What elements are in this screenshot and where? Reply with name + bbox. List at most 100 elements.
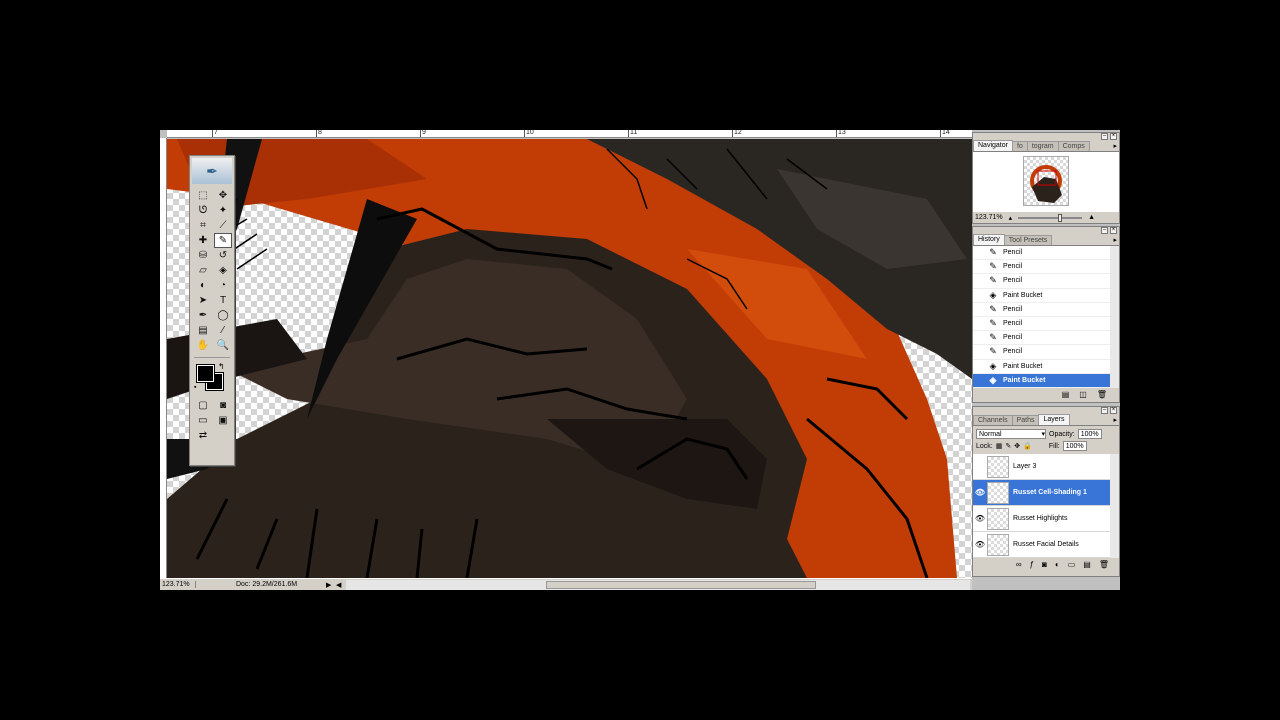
history-state[interactable]: ✎ Pencil [973, 260, 1110, 275]
history-state[interactable]: ✎ Pencil [973, 345, 1110, 360]
slice-tool[interactable]: ⟋ [214, 218, 232, 233]
navigator-preview[interactable] [973, 152, 1119, 212]
visibility-eye-icon[interactable]: 👁 [973, 488, 987, 497]
tab-info[interactable]: fo [1011, 141, 1028, 151]
history-state[interactable]: ✎ Pencil [973, 246, 1110, 261]
zoom-level[interactable]: 123.71% [160, 581, 196, 588]
tab-layers[interactable]: Layers [1038, 414, 1070, 425]
tab-history[interactable]: History [973, 234, 1005, 245]
layer-style-icon[interactable]: ƒ [1030, 560, 1034, 569]
path-selection-tool[interactable]: ➤ [194, 293, 212, 308]
tab-navigator[interactable]: Navigator [973, 140, 1013, 151]
delete-state-icon[interactable]: 🗑 [1097, 390, 1107, 399]
close-icon[interactable]: × [1110, 227, 1117, 234]
lock-all-icon[interactable]: 🔒 [1023, 442, 1032, 450]
screen-mode-icon[interactable]: ▭ [194, 413, 212, 428]
delete-layer-icon[interactable]: 🗑 [1099, 560, 1109, 569]
layer-row[interactable]: 👁 Russet Highlights [973, 506, 1110, 532]
history-state[interactable]: ✎ Pencil [973, 274, 1110, 289]
lock-transparent-icon[interactable]: ▦ [996, 442, 1003, 450]
visibility-eye-icon[interactable]: 👁 [973, 514, 987, 523]
adjustment-layer-icon[interactable]: ◐ [1055, 560, 1060, 569]
eraser-tool[interactable]: ▱ [194, 263, 212, 278]
panel-menu-icon[interactable]: ▸ [1113, 416, 1117, 424]
zoom-tool[interactable]: 🔍 [214, 338, 232, 353]
notes-tool[interactable]: ▤ [194, 323, 212, 338]
navigator-thumbnail[interactable] [1023, 156, 1069, 206]
history-state[interactable]: ✎ Pencil [973, 331, 1110, 346]
zoom-out-icon[interactable]: ▴ [1009, 214, 1013, 222]
new-layer-icon[interactable]: ▤ [1083, 560, 1091, 569]
pencil-tool[interactable]: ✎ [214, 233, 232, 248]
magic-wand-tool[interactable]: ✦ [214, 203, 232, 218]
eyedropper-tool[interactable]: ⁄ [214, 323, 232, 338]
minimize-icon[interactable]: – [1101, 407, 1108, 414]
minimize-icon[interactable]: – [1101, 133, 1108, 140]
history-brush-tool[interactable]: ↺ [214, 248, 232, 263]
ruler-label: 13 [838, 130, 846, 136]
tab-channels[interactable]: Channels [973, 415, 1013, 425]
pen-tool[interactable]: ✒ [194, 308, 212, 323]
hand-tool[interactable]: ✋ [194, 338, 212, 353]
history-state[interactable]: ◈ Paint Bucket [973, 360, 1110, 374]
shape-tool[interactable]: ◯ [214, 308, 232, 323]
panel-menu-icon[interactable]: ▸ [1113, 236, 1117, 244]
fill-field[interactable]: 100% [1062, 441, 1087, 451]
zoom-slider-knob[interactable] [1058, 213, 1063, 222]
minimize-icon[interactable]: – [1101, 227, 1108, 234]
feather-icon[interactable]: ✒ [192, 158, 232, 184]
document-canvas[interactable]: ✒ ⬚ ✥ ᘎ ✦ ⌗ ⟋ ✚ ✎ ⛁ ↺ ▱ ◈ ◐ ◔ ➤ T ✒ ◯ ▤ ⁄ ✋ 🔍 ↰ ▪ ▢ ◙ ▭ ▣ ⇄ [167, 139, 972, 578]
history-state[interactable]: ◈ Paint Bucket [973, 289, 1110, 303]
move-tool[interactable]: ✥ [214, 188, 232, 203]
history-state[interactable]: ✎ Pencil [973, 303, 1110, 317]
dodge-tool[interactable]: ◔ [214, 278, 232, 293]
default-colors-icon[interactable]: ▪ [194, 384, 196, 391]
history-state[interactable]: ◈ Paint Bucket [973, 373, 1110, 388]
jump-to-imageready-icon[interactable]: ⇄ [194, 428, 212, 443]
zoom-slider[interactable] [1018, 213, 1083, 222]
close-icon[interactable]: × [1110, 407, 1117, 414]
new-group-icon[interactable]: ▭ [1068, 560, 1076, 569]
swap-colors-icon[interactable]: ↰ [218, 362, 225, 371]
standard-mode-icon[interactable]: ▢ [194, 398, 212, 413]
navigator-zoom[interactable]: 123.71% [975, 214, 1003, 221]
lasso-tool[interactable]: ᘎ [194, 203, 212, 218]
layer-row[interactable]: 👁 Russet Facial Details [973, 532, 1110, 558]
healing-brush-tool[interactable]: ✚ [194, 233, 212, 248]
quick-mask-icon[interactable]: ◙ [214, 398, 232, 413]
status-menu-arrow-icon[interactable]: ▶ [326, 581, 336, 589]
type-tool[interactable]: T [214, 293, 232, 308]
history-panel: – × History Tool Presets ▸ ✎ Pencil ✎ Pencil… [972, 226, 1120, 403]
new-document-from-state-icon[interactable]: ▤ [1062, 390, 1070, 399]
panel-menu-icon[interactable]: ▸ [1113, 142, 1117, 150]
marquee-tool[interactable]: ⬚ [194, 188, 212, 203]
layer-row[interactable]: 👁 Russet Cell-Shading 1 [973, 480, 1110, 506]
new-snapshot-icon[interactable]: ◫ [1079, 390, 1087, 399]
tab-paths[interactable]: Paths [1011, 415, 1040, 425]
link-layers-icon[interactable]: ∞ [1016, 560, 1022, 569]
visibility-eye-icon[interactable]: 👁 [973, 540, 987, 549]
tab-histogram[interactable]: togram [1026, 141, 1059, 151]
close-icon[interactable]: × [1110, 133, 1117, 140]
full-screen-icon[interactable]: ▣ [214, 413, 232, 428]
blend-mode-select[interactable]: Normal ▾ [976, 429, 1046, 439]
zoom-in-icon[interactable]: ▲ [1088, 214, 1095, 221]
paint-bucket-tool[interactable]: ◈ [214, 263, 232, 278]
layer-mask-icon[interactable]: ◙ [1042, 560, 1047, 569]
tab-tool-presets[interactable]: Tool Presets [1003, 235, 1053, 245]
ruler-tick [524, 130, 525, 137]
history-state[interactable]: ✎ Pencil [973, 317, 1110, 332]
lock-position-icon[interactable]: ✥ [1014, 442, 1020, 450]
crop-tool[interactable]: ⌗ [194, 218, 212, 233]
opacity-field[interactable]: 100% [1077, 429, 1102, 439]
tab-comps[interactable]: Comps [1057, 141, 1090, 151]
clone-stamp-tool[interactable]: ⛁ [194, 248, 212, 263]
paint-bucket-icon: ◈ [989, 289, 997, 300]
blur-tool[interactable]: ◐ [194, 278, 212, 293]
scroll-left-arrow-icon[interactable]: ◀ [336, 581, 346, 589]
foreground-color-swatch[interactable] [196, 364, 215, 383]
scrollbar-thumb[interactable] [546, 580, 816, 589]
layer-row[interactable]: Layer 3 [973, 454, 1110, 480]
lock-image-icon[interactable]: ✎ [1005, 442, 1011, 450]
horizontal-scrollbar[interactable] [346, 579, 970, 590]
